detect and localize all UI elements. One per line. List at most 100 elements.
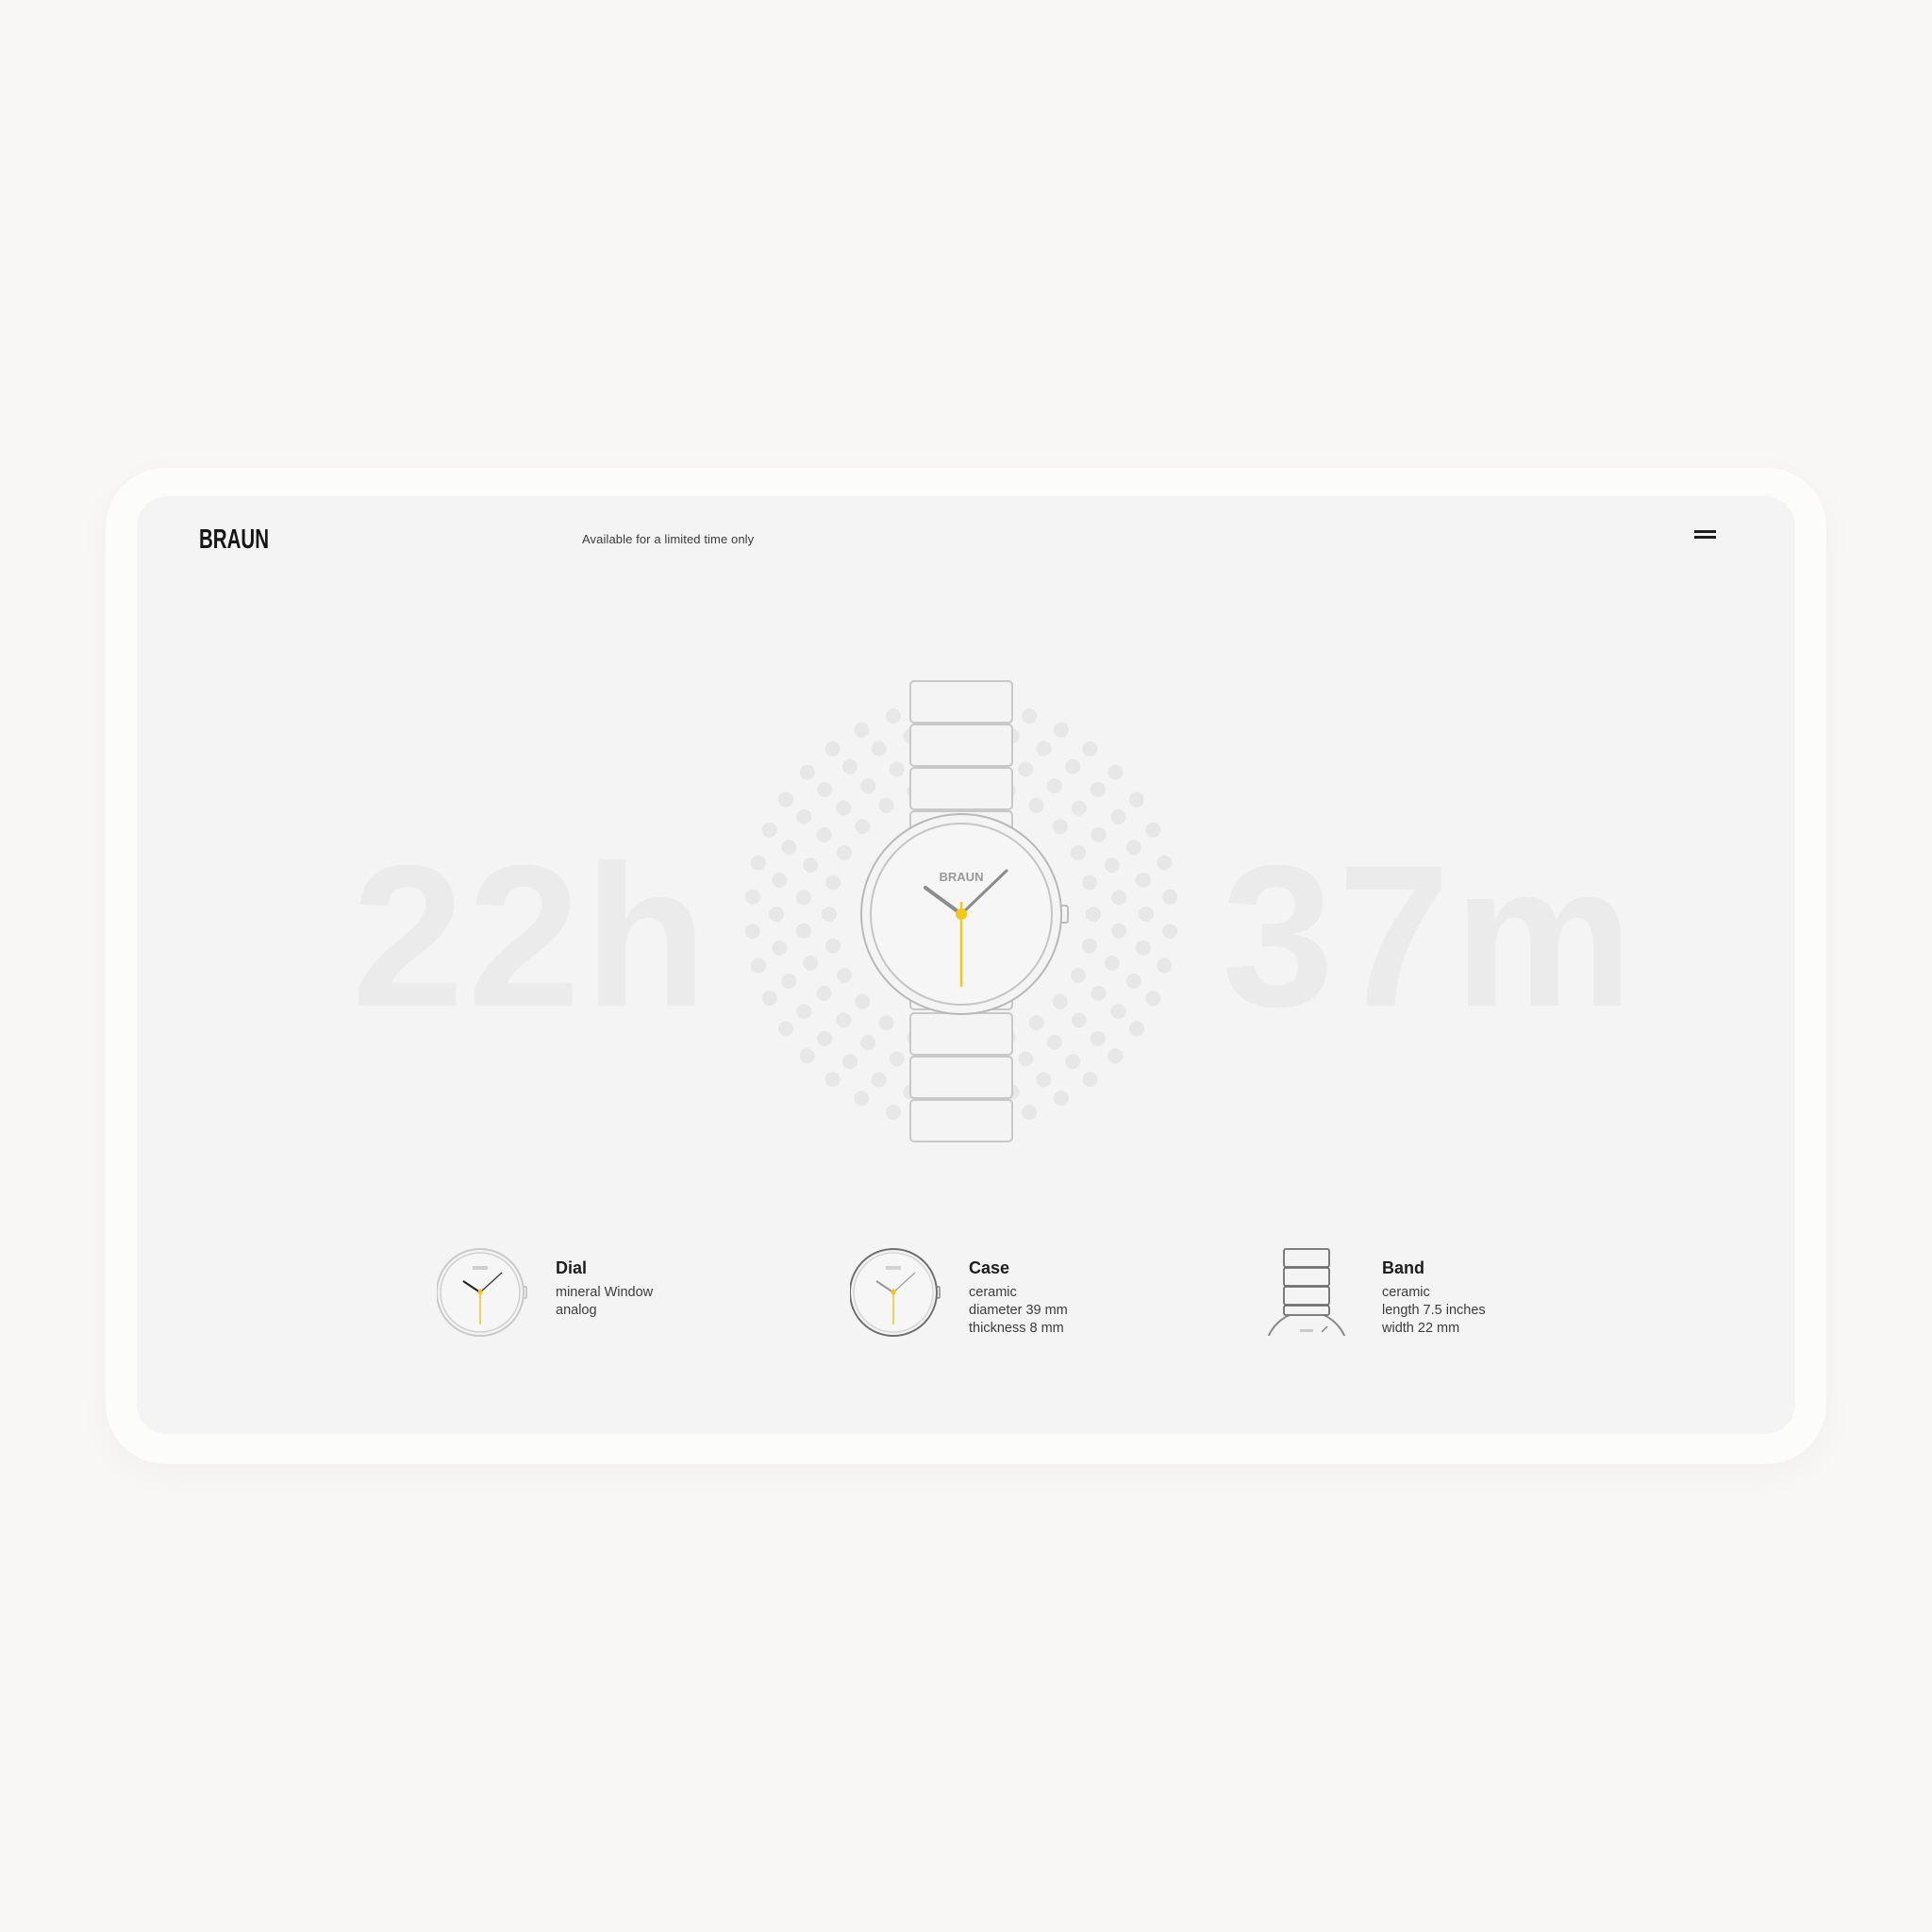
halo-dot (1036, 741, 1052, 757)
halo-dot (1090, 1031, 1106, 1046)
halo-dot (1135, 941, 1151, 956)
feature-detail: ceramic (1382, 1285, 1430, 1300)
hero-watch: BRAUN (744, 679, 1179, 1174)
feature-detail: width 22 mm (1382, 1321, 1460, 1336)
dial-brand: BRAUN (940, 870, 984, 884)
halo-dot (1071, 968, 1086, 984)
menu-bar-top (1694, 530, 1716, 533)
halo-dot (841, 1054, 858, 1070)
halo-dot (1162, 889, 1178, 905)
countdown-minutes: 37m (1222, 824, 1638, 1049)
halo-dot (778, 791, 794, 808)
halo-dot (1018, 1051, 1034, 1067)
hamburger-menu-icon[interactable] (1693, 528, 1718, 541)
halo-dot (761, 822, 777, 838)
halo-dot (1139, 907, 1154, 922)
halo-dot (817, 1031, 833, 1046)
halo-dot (825, 938, 841, 954)
halo-dot (871, 741, 887, 757)
halo-dot (1081, 938, 1097, 954)
halo-dot (816, 986, 832, 1001)
halo-dot (1046, 778, 1062, 794)
halo-dot (1086, 907, 1101, 922)
landing-screen: BRAUN Available for a limited time only … (137, 496, 1795, 1434)
halo-dot (799, 764, 815, 780)
halo-dot (854, 1091, 870, 1107)
halo-dot (837, 844, 852, 860)
braun-logo[interactable]: BRAUN (199, 523, 275, 559)
halo-dot (1128, 791, 1144, 808)
halo-dot (1071, 844, 1086, 860)
watch-band-icon (1267, 1248, 1346, 1336)
feature-detail: diameter 39 mm (969, 1303, 1068, 1318)
halo-dot (1028, 797, 1044, 813)
halo-dot (1091, 986, 1107, 1001)
watch-dial-icon (437, 1248, 527, 1337)
halo-dot (1022, 708, 1038, 724)
halo-dot (822, 907, 837, 922)
halo-dot (824, 1072, 841, 1088)
halo-dot (1090, 782, 1106, 797)
halo-dot (803, 858, 819, 874)
halo-dot (889, 1051, 905, 1067)
halo-dot (885, 1105, 901, 1120)
halo-dot (817, 782, 833, 797)
halo-dot (795, 923, 811, 939)
feature-title: Case (969, 1258, 1010, 1277)
halo-dot (878, 1015, 894, 1031)
halo-dot (1111, 923, 1127, 939)
halo-dot (772, 873, 788, 888)
menu-bar-bottom (1694, 536, 1716, 539)
halo-dot (1046, 1034, 1062, 1050)
halo-dot (836, 800, 852, 816)
halo-dot (860, 778, 876, 794)
halo-dot (781, 973, 797, 989)
promo-tagline: Available for a limited time only (582, 532, 755, 546)
halo-dot (824, 741, 841, 757)
halo-dot (772, 941, 788, 956)
halo-dot (1081, 874, 1097, 891)
watch-case-icon (850, 1248, 941, 1337)
halo-dot (1018, 761, 1034, 777)
feature-detail: ceramic (969, 1285, 1017, 1300)
halo-dot (1071, 1012, 1087, 1028)
halo-dot (750, 958, 766, 974)
countdown-hours: 22h (352, 824, 711, 1049)
halo-dot (1128, 1021, 1144, 1037)
halo-dot (1157, 855, 1173, 871)
feature-detail: mineral Window (556, 1285, 654, 1300)
halo-dot (836, 1012, 852, 1028)
feature-detail: length 7.5 inches (1382, 1303, 1486, 1318)
halo-dot (855, 993, 871, 1009)
halo-dot (803, 955, 819, 971)
halo-dot (1108, 1048, 1124, 1064)
halo-dot (1162, 924, 1178, 940)
halo-dot (1145, 991, 1161, 1007)
halo-dot (750, 855, 766, 871)
halo-dot (1135, 873, 1151, 888)
halo-dot (1022, 1105, 1038, 1120)
halo-dot (1125, 840, 1141, 856)
halo-dot (799, 1048, 815, 1064)
feature-title: Dial (556, 1258, 588, 1277)
halo-dot (871, 1072, 887, 1088)
halo-dot (1125, 973, 1141, 989)
halo-dot (778, 1021, 794, 1037)
feature-title: Band (1382, 1258, 1424, 1277)
halo-dot (795, 890, 811, 906)
halo-dot (878, 797, 894, 813)
halo-dot (796, 808, 812, 824)
halo-dot (1036, 1072, 1052, 1088)
halo-dot (1071, 800, 1087, 816)
halo-dot (860, 1034, 876, 1050)
halo-dot (1110, 1004, 1126, 1020)
halo-dot (825, 874, 841, 891)
halo-dot (837, 968, 852, 984)
halo-dot (744, 924, 760, 940)
halo-dot (1157, 958, 1173, 974)
halo-dot (1052, 993, 1068, 1009)
halo-dot (1065, 1054, 1081, 1070)
halo-dot (761, 991, 777, 1007)
halo-dot (885, 708, 901, 724)
halo-dot (841, 758, 858, 774)
